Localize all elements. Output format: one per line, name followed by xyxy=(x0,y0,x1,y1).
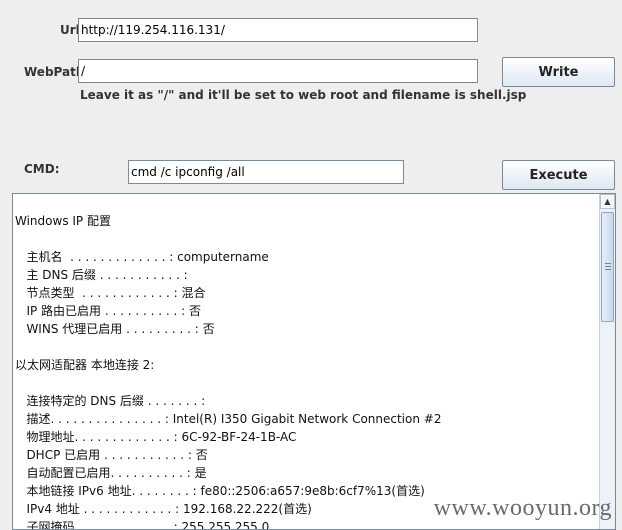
execute-button[interactable]: Execute xyxy=(502,160,615,190)
output-line: DHCP 已启用 . . . . . . . . . . . : 否 xyxy=(15,448,208,462)
write-button[interactable]: Write xyxy=(502,57,615,87)
webpath-hint: Leave it as "/" and it'll be set to web … xyxy=(80,88,527,102)
url-input[interactable]: http://119.254.116.131/ xyxy=(78,18,478,42)
scrollbar-thumb[interactable] xyxy=(601,212,614,322)
output-textarea[interactable]: Windows IP 配置 主机名 . . . . . . . . . . . … xyxy=(12,193,616,530)
vertical-scrollbar[interactable]: ▲ xyxy=(599,194,615,529)
output-line: IP 路由已启用 . . . . . . . . . . : 否 xyxy=(15,304,201,318)
output-line: 描述. . . . . . . . . . . . . . . : Intel(… xyxy=(15,412,442,426)
output-line: 节点类型 . . . . . . . . . . . . : 混合 xyxy=(15,286,206,300)
output-line: 主 DNS 后缀 . . . . . . . . . . . : xyxy=(15,268,188,282)
output-line: 自动配置已启用. . . . . . . . . . : 是 xyxy=(15,466,207,480)
output-line: 主机名 . . . . . . . . . . . . . : computer… xyxy=(15,250,269,264)
output-line: Windows IP 配置 xyxy=(15,214,111,228)
output-line: 物理地址. . . . . . . . . . . . . : 6C-92-BF… xyxy=(15,430,297,444)
watermark: www.wooyun.org xyxy=(433,495,612,521)
output-line: 以太网适配器 本地连接 2: xyxy=(15,358,155,372)
cmd-label: CMD: xyxy=(24,162,60,176)
output-line: WINS 代理已启用 . . . . . . . . . : 否 xyxy=(15,322,215,336)
cmd-input[interactable]: cmd /c ipconfig /all xyxy=(128,160,404,184)
webpath-input[interactable]: / xyxy=(78,59,478,83)
output-text: Windows IP 配置 主机名 . . . . . . . . . . . … xyxy=(15,194,597,529)
scroll-up-icon[interactable]: ▲ xyxy=(600,194,615,209)
output-line: 连接特定的 DNS 后缀 . . . . . . . : xyxy=(15,394,206,408)
